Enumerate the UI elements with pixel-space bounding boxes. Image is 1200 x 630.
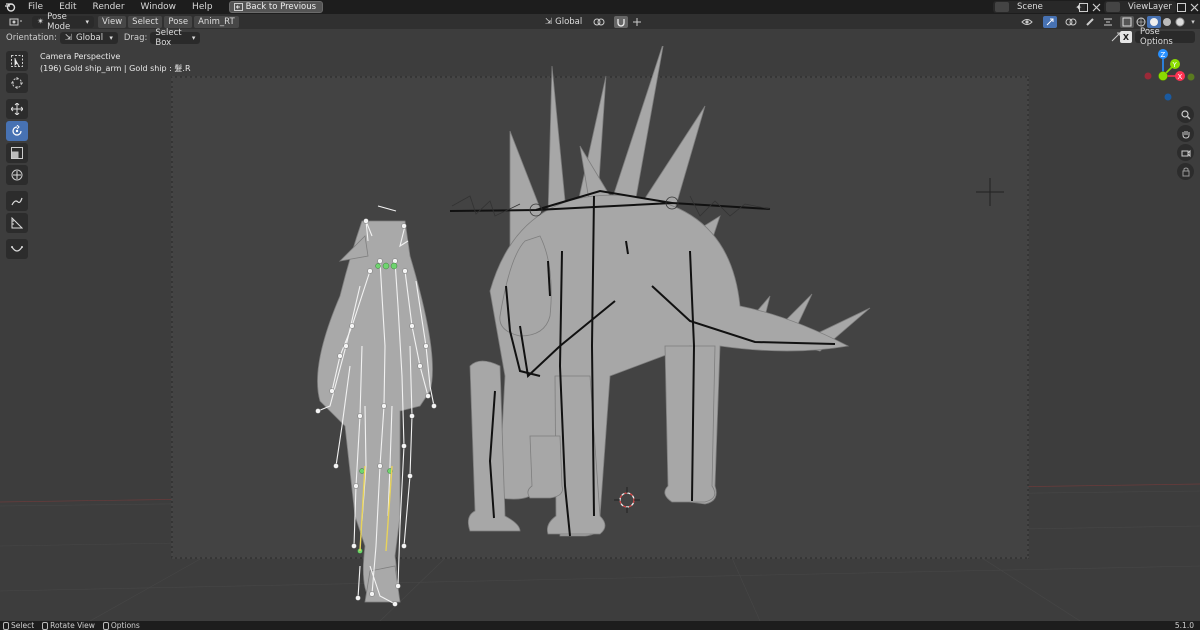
status-rotate-view: Rotate View (42, 621, 95, 630)
drag-dropdown[interactable]: Select Box ▾ (150, 28, 201, 48)
orientation-value: Global (75, 32, 104, 43)
status-select-label: Select (11, 621, 35, 630)
pose-options-dropdown[interactable]: Pose Options (1135, 27, 1195, 47)
relax-icon (11, 246, 23, 252)
editor-type-icon[interactable] (6, 16, 26, 28)
left-mouse-icon (3, 621, 9, 630)
menu-render[interactable]: Render (85, 0, 133, 14)
measure-icon (11, 217, 23, 229)
back-to-previous-button[interactable]: Back to Previous (228, 1, 324, 13)
cursor-tool[interactable] (6, 73, 28, 93)
lock-camera-icon[interactable] (1177, 163, 1194, 180)
scene-selector[interactable]: Scene ✦ (993, 1, 1085, 13)
mode-selector[interactable]: ✴ Pose Mode ▾ (32, 12, 94, 32)
overlays-toggle-icon[interactable] (1064, 16, 1078, 28)
menu-select[interactable]: Select (128, 15, 163, 28)
shading-options-icon[interactable]: ▾ (1186, 16, 1200, 28)
view-layer-selector[interactable]: ViewLayer (1104, 1, 1176, 13)
new-scene-icon[interactable] (1076, 1, 1090, 13)
measure-tool[interactable] (6, 213, 28, 233)
chevron-down-icon: ▾ (109, 33, 113, 42)
scene-name: Scene (1017, 2, 1043, 12)
menu-anim-rt[interactable]: Anim_RT (194, 15, 239, 28)
top-menu-bar: File Edit Render Window Help Back to Pre… (0, 0, 1200, 14)
xray-icon[interactable] (1101, 16, 1115, 28)
zoom-icon[interactable] (1177, 106, 1194, 123)
scale-tool[interactable] (6, 143, 28, 163)
chevron-down-icon: ▾ (191, 33, 196, 42)
close-x-label: X (1122, 32, 1130, 42)
right-mouse-icon (102, 621, 109, 630)
pose-mode-icon: ✴ (37, 16, 45, 27)
left-toolbar (6, 51, 30, 261)
back-arrow-icon (233, 3, 243, 11)
view-layer-name: ViewLayer (1128, 2, 1172, 12)
camera-view-icon[interactable] (1177, 144, 1194, 161)
orientation-axes-icon: ⇲ (64, 32, 72, 43)
new-view-layer-icon[interactable] (1174, 1, 1188, 13)
gizmo-x-label: X (1178, 73, 1183, 81)
move-tool[interactable] (6, 99, 28, 119)
rendered-shading-icon[interactable] (1173, 16, 1187, 28)
3d-viewport[interactable]: Z X Y Camera Perspective (196) Gold ship… (0, 46, 1200, 621)
menu-help[interactable]: Help (184, 0, 221, 14)
drag-value: Select Box (155, 27, 182, 48)
solid-shading-icon[interactable] (1147, 15, 1161, 28)
menu-window[interactable]: Window (133, 0, 185, 14)
tool-settings-bar: Orientation: ⇲ Global ▾ Drag: Select Box… (0, 27, 1200, 48)
orientation-icon: ⇲ (545, 16, 553, 27)
snap-toggle-icon[interactable] (614, 15, 628, 28)
orientation-label: Orientation: (6, 32, 57, 43)
version-label: 5.1.0 (1174, 621, 1194, 630)
drag-label: Drag: (123, 32, 148, 43)
material-shading-icon[interactable] (1160, 16, 1174, 28)
navigation-gizmo[interactable]: Z X Y (1144, 49, 1195, 101)
gizmo-toggle-icon[interactable] (1043, 15, 1057, 28)
move-icon (11, 103, 23, 115)
menu-view[interactable]: View (98, 15, 127, 28)
delete-view-layer-icon[interactable] (1187, 1, 1200, 13)
orientation-dropdown[interactable]: ⇲ Global ▾ (59, 31, 118, 44)
rotate-icon (12, 125, 22, 136)
annotate-icon (11, 197, 23, 206)
wireframe-shading-icon[interactable] (1120, 15, 1134, 28)
scale-icon (11, 147, 23, 159)
pan-hand-icon[interactable] (1177, 125, 1194, 142)
back-to-previous-label: Back to Previous (245, 2, 317, 12)
chevron-down-icon: ▾ (85, 17, 89, 26)
object-info: (196) Gold ship_arm | Gold ship : 髮.R (40, 64, 191, 73)
status-rotate-label: Rotate View (50, 621, 95, 630)
gizmo-z-label: Z (1161, 51, 1166, 59)
pose-options-label: Pose Options (1140, 27, 1173, 47)
blender-logo-icon[interactable] (0, 0, 20, 14)
visibility-icon[interactable] (1020, 16, 1034, 28)
transform-orientation-selector[interactable]: ⇲ Global (540, 16, 584, 28)
status-options-label: Options (110, 621, 140, 630)
wire-sphere-icon[interactable] (1134, 16, 1148, 28)
pivot-point-icon[interactable] (592, 16, 606, 28)
transform-icon (11, 169, 23, 181)
status-bar: Select Rotate View Options 5.1.0 (0, 621, 1200, 630)
cursor-icon (11, 77, 23, 89)
select-box-icon (11, 55, 23, 67)
transform-tool[interactable] (6, 165, 28, 185)
relax-tool[interactable] (6, 239, 28, 259)
snap-target-icon[interactable] (630, 16, 644, 28)
middle-mouse-icon (42, 621, 49, 630)
select-box-tool[interactable] (6, 51, 28, 71)
view-name: Camera Perspective (40, 52, 121, 61)
gizmo-y-label: Y (1172, 61, 1178, 69)
annotate-tool[interactable] (6, 191, 28, 211)
transform-orientation-label: Global (555, 16, 583, 27)
delete-scene-icon[interactable] (1089, 1, 1103, 13)
rotate-tool[interactable] (6, 121, 28, 141)
menu-pose[interactable]: Pose (164, 15, 193, 28)
bone-overlay-icon[interactable] (1083, 16, 1097, 28)
view-layer-icon (1106, 2, 1120, 12)
scene-icon (995, 2, 1009, 12)
close-x-button[interactable]: X (1120, 31, 1132, 43)
viewport-scene: Z X Y (0, 46, 1200, 621)
status-options: Options (102, 621, 140, 630)
status-select: Select (3, 621, 34, 630)
